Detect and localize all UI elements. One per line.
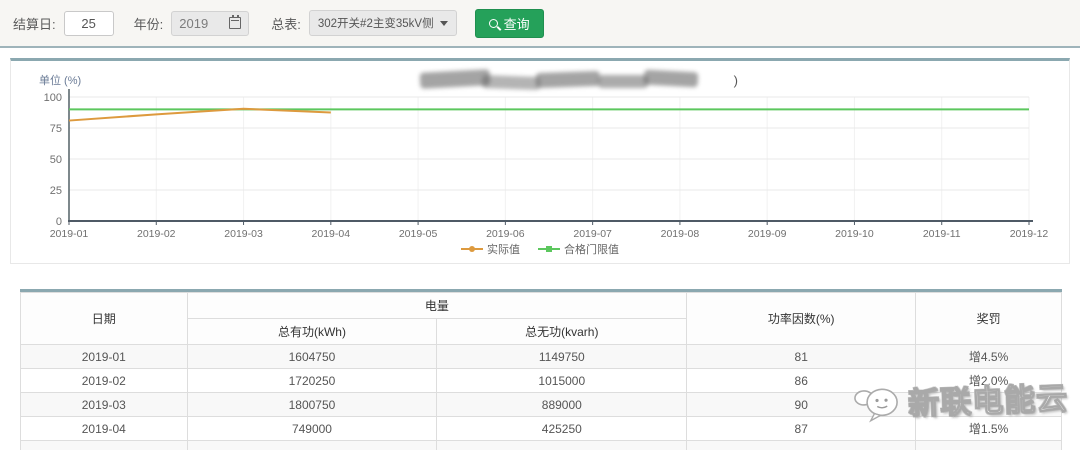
cell-active: 1800750: [187, 393, 437, 417]
col-header-reactive-energy: 总无功(kvarh): [437, 319, 687, 345]
legend-marker-icon: [538, 245, 560, 253]
meter-select[interactable]: 302开关#2主变35kV侧: [309, 10, 457, 36]
cell-penalty: [916, 393, 1062, 417]
x-tick-label: 2019-02: [137, 228, 176, 240]
col-header-penalty: 奖罚: [916, 293, 1062, 345]
legend-item[interactable]: 实际值: [461, 241, 520, 257]
cell-penalty: 增2.0%: [916, 369, 1062, 393]
y-axis-title: 单位 (%): [39, 72, 81, 88]
query-button-label: 查询: [504, 14, 530, 33]
cell-active: 749000: [187, 417, 437, 441]
y-tick-label: 25: [50, 185, 62, 197]
cell-pf: 86: [687, 369, 916, 393]
x-tick-label: 2019-09: [748, 228, 787, 240]
y-tick-label: 50: [50, 154, 62, 166]
x-tick-label: 2019-05: [399, 228, 438, 240]
query-button[interactable]: 查询: [475, 9, 544, 38]
cell-date: 2019-01: [21, 345, 188, 369]
year-label: 年份:: [134, 14, 164, 33]
cell-empty: [437, 441, 687, 450]
x-tick-label: 2019-04: [312, 228, 351, 240]
series-实际值: [69, 109, 331, 121]
table-row[interactable]: 2019-021720250101500086增2.0%: [21, 369, 1062, 393]
cell-active: 1720250: [187, 369, 437, 393]
cell-penalty: 增1.5%: [916, 417, 1062, 441]
legend-marker-icon: [461, 245, 483, 253]
x-tick-label: 2019-08: [661, 228, 700, 240]
col-header-date: 日期: [21, 293, 188, 345]
legend-label: 实际值: [487, 241, 520, 257]
y-tick-label: 0: [56, 216, 62, 228]
meter-label: 总表:: [271, 14, 301, 33]
x-tick-label: 2019-01: [50, 228, 89, 240]
chart-legend: 实际值 合格门限值: [11, 241, 1069, 257]
search-icon: [489, 19, 498, 28]
cell-penalty: 增4.5%: [916, 345, 1062, 369]
settlement-day-label: 结算日:: [13, 14, 56, 33]
cell-date: 2019-03: [21, 393, 188, 417]
cell-empty: [916, 441, 1062, 450]
y-tick-label: 75: [50, 123, 62, 135]
cell-reactive: 889000: [437, 393, 687, 417]
line-chart: 0 25 50 75 100 2019-01 2019-02 2019-03 2019-04 20…: [11, 61, 1071, 264]
energy-table: 日期 电量 功率因数(%) 奖罚 总有功(kWh) 总无功(kvarh) 201…: [20, 292, 1062, 450]
cell-reactive: 1149750: [437, 345, 687, 369]
x-tick-label: 2019-11: [923, 228, 961, 240]
table-row[interactable]: 2019-03180075088900090: [21, 393, 1062, 417]
x-tick-label: 2019-12: [1010, 228, 1049, 240]
year-value: 2019: [179, 16, 208, 31]
table-row[interactable]: 2019-011604750114975081增4.5%: [21, 345, 1062, 369]
x-tick-label: 2019-03: [224, 228, 263, 240]
x-tick-label: 2019-07: [573, 228, 612, 240]
year-picker[interactable]: 2019: [171, 11, 249, 36]
cell-date: 2019-02: [21, 369, 188, 393]
cell-pf: 81: [687, 345, 916, 369]
cell-reactive: 1015000: [437, 369, 687, 393]
legend-label: 合格门限值: [564, 241, 619, 257]
cell-empty: [187, 441, 437, 450]
cell-reactive: 425250: [437, 417, 687, 441]
cell-pf: 90: [687, 393, 916, 417]
meter-selected-value: 302开关#2主变35kV侧: [318, 15, 434, 31]
calendar-icon: [229, 17, 241, 29]
legend-item[interactable]: 合格门限值: [538, 241, 619, 257]
col-header-active-energy: 总有功(kWh): [187, 319, 437, 345]
x-tick-label: 2019-06: [486, 228, 525, 240]
settlement-day-input[interactable]: [64, 11, 114, 36]
col-header-power-factor: 功率因数(%): [687, 293, 916, 345]
chevron-down-icon: [440, 21, 448, 26]
cell-empty: [687, 441, 916, 450]
col-header-energy-group: 电量: [187, 293, 687, 319]
power-factor-chart-card: 0 25 50 75 100 2019-01 2019-02 2019-03 2019-04 20…: [10, 58, 1070, 264]
table-row: [21, 441, 1062, 450]
cell-pf: 87: [687, 417, 916, 441]
x-tick-label: 2019-10: [835, 228, 874, 240]
energy-table-panel: 日期 电量 功率因数(%) 奖罚 总有功(kWh) 总无功(kvarh) 201…: [20, 289, 1062, 450]
cell-active: 1604750: [187, 345, 437, 369]
y-tick-label: 100: [44, 92, 62, 104]
table-row[interactable]: 2019-0474900042525087增1.5%: [21, 417, 1062, 441]
cell-empty: [21, 441, 188, 450]
cell-date: 2019-04: [21, 417, 188, 441]
toolbar: 结算日: 年份: 2019 总表: 302开关#2主变35kV侧 查询: [0, 0, 1080, 48]
